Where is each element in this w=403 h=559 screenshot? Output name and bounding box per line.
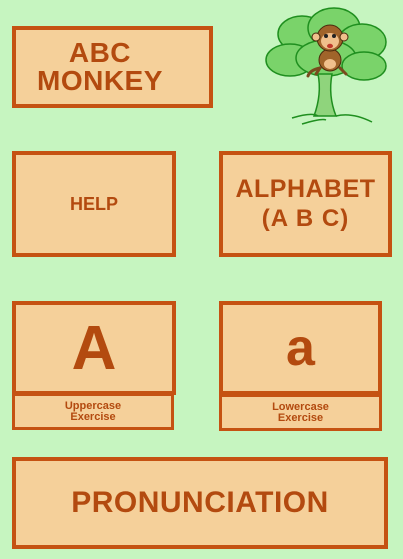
alphabet-button-label: ALPHABET	[235, 175, 376, 203]
uppercase-glyph: A	[71, 313, 117, 383]
uppercase-exercise-button[interactable]: A	[12, 301, 176, 395]
help-button-label: HELP	[69, 193, 118, 214]
monkey-in-tree-icon	[265, 7, 387, 125]
alphabet-button-sublabel: (A B C)	[261, 205, 350, 232]
lowercase-caption-line2: Exercise	[277, 411, 324, 424]
uppercase-caption-line2: Exercise	[70, 410, 116, 423]
pronunciation-button[interactable]: PRONUNCIATION	[12, 457, 388, 549]
help-button[interactable]: HELP	[12, 151, 176, 257]
lowercase-exercise-button[interactable]: a	[219, 301, 382, 395]
lowercase-caption-line1: Lowercase	[272, 400, 329, 413]
lowercase-exercise-caption[interactable]: Lowercase Exercise	[219, 394, 382, 431]
app-title-line1: ABC	[68, 37, 132, 68]
app-title-line2: MONKEY	[37, 65, 163, 96]
alphabet-button[interactable]: ALPHABET (A B C)	[219, 151, 392, 257]
pronunciation-button-label: PRONUNCIATION	[71, 486, 329, 519]
app-title: ABC MONKEY	[37, 39, 163, 95]
app-title-box: ABC MONKEY	[12, 26, 213, 108]
lowercase-glyph: a	[286, 319, 315, 377]
uppercase-exercise-caption[interactable]: Uppercase Exercise	[12, 393, 174, 430]
uppercase-caption-line1: Uppercase	[64, 399, 122, 412]
